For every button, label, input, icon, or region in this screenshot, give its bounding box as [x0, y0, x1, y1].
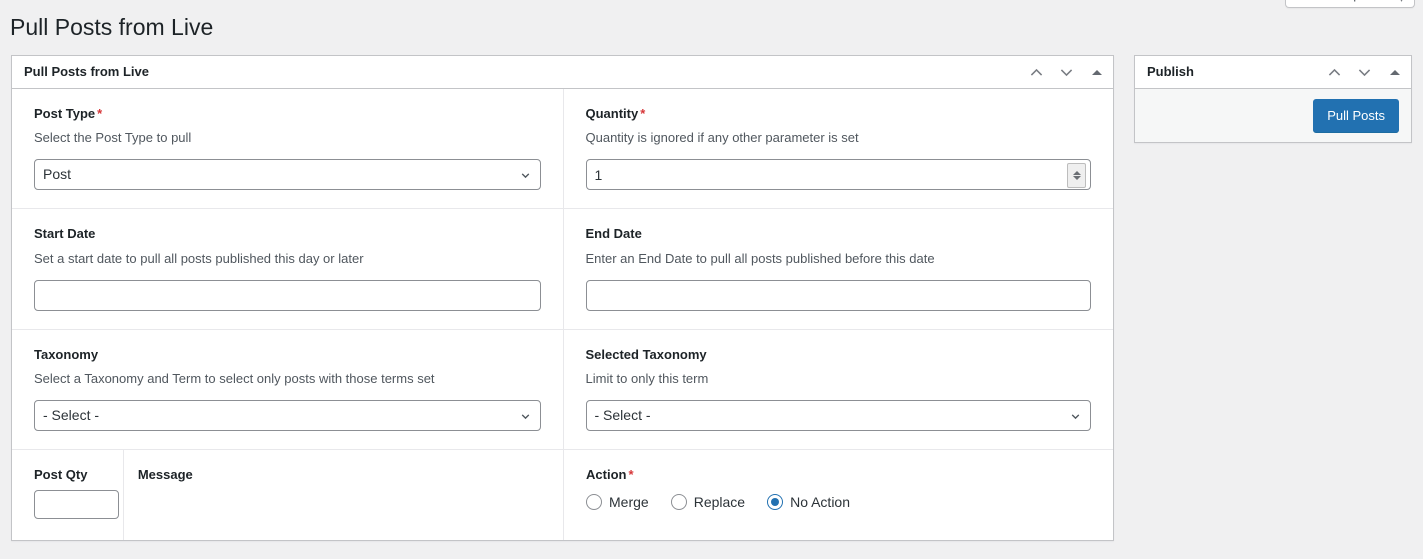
publish-panel-body: Pull Posts — [1135, 89, 1411, 142]
publish-panel: Publish Pull Posts — [1134, 55, 1412, 143]
screen-options-label: Screen Options — [1298, 0, 1388, 2]
end-date-input[interactable] — [585, 279, 1091, 311]
post-qty-input[interactable] — [34, 490, 119, 520]
toggle-triangle-up-icon[interactable] — [1379, 56, 1411, 88]
required-marker: * — [640, 106, 646, 121]
radio-no-action-label: No Action — [790, 494, 851, 511]
quantity-label-text: Quantity — [585, 106, 639, 121]
main-column: Pull Posts from Live Post Type * Select … — [11, 55, 1114, 542]
publish-header-actions — [1319, 56, 1411, 88]
form-row-post-type-quantity: Post Type * Select the Post Type to pull … — [12, 89, 1114, 210]
publish-panel-title: Publish — [1147, 63, 1194, 79]
selected-taxonomy-label: Selected Taxonomy — [585, 346, 707, 362]
pull-posts-panel-header: Pull Posts from Live — [12, 56, 1113, 89]
post-type-label: Post Type * — [34, 105, 541, 123]
radio-no-action[interactable]: No Action — [767, 494, 851, 511]
quantity-stepper[interactable] — [1067, 163, 1086, 189]
pull-posts-button[interactable]: Pull Posts — [1313, 99, 1399, 132]
post-type-select-value[interactable]: Post — [34, 159, 541, 191]
toggle-triangle-up-icon[interactable] — [1081, 56, 1113, 88]
field-action: Action * Merge Replace No Action — [564, 449, 1113, 540]
selected-taxonomy-select[interactable]: - Select - — [585, 400, 1091, 432]
radio-replace[interactable]: Replace — [670, 494, 746, 511]
field-end-date: End Date Enter an End Date to pull all p… — [564, 209, 1114, 328]
taxonomy-label: Taxonomy — [34, 346, 99, 362]
quantity-input[interactable] — [585, 159, 1091, 191]
radio-merge-label: Merge — [609, 494, 649, 511]
post-type-label-text: Post Type — [34, 106, 96, 121]
chevron-down-icon[interactable] — [1349, 56, 1379, 88]
form-row-results-action: Post Qty Message Action * Merge Replace … — [12, 449, 1113, 541]
end-date-label: End Date — [585, 226, 642, 242]
post-type-description: Select the Post Type to pull — [34, 130, 192, 146]
field-start-date: Start Date Set a start date to pull all … — [12, 209, 564, 329]
quantity-label: Quantity * — [586, 105, 1092, 123]
post-qty-label: Post Qty — [34, 467, 88, 483]
pull-posts-form: Post Type * Select the Post Type to pull … — [12, 89, 1114, 541]
start-date-description: Set a start date to pull all posts publi… — [34, 250, 364, 266]
required-marker: * — [628, 467, 634, 483]
end-date-description: Enter an End Date to pull all posts publ… — [585, 250, 935, 266]
radio-no-action-dot[interactable] — [767, 494, 784, 511]
chevron-down-icon[interactable] — [1051, 56, 1081, 88]
panel-header-actions — [1021, 56, 1113, 88]
post-type-select[interactable]: Post — [34, 159, 541, 191]
panel-title: Pull Posts from Live — [24, 63, 149, 79]
field-taxonomy: Taxonomy Select a Taxonomy and Term to s… — [12, 329, 564, 450]
radio-merge[interactable]: Merge — [586, 494, 649, 511]
message-label: Message — [137, 467, 193, 483]
stepper-down-icon[interactable] — [1072, 176, 1081, 181]
taxonomy-select[interactable]: - Select - — [34, 400, 541, 432]
start-date-label: Start Date — [34, 226, 96, 242]
field-message: Message — [124, 450, 565, 541]
taxonomy-select-value[interactable]: - Select - — [34, 400, 541, 432]
chevron-up-icon[interactable] — [1319, 56, 1349, 88]
page-title: Pull Posts from Live — [10, 14, 214, 40]
quantity-description: Quantity is ignored if any other paramet… — [585, 130, 859, 146]
taxonomy-description: Select a Taxonomy and Term to select onl… — [34, 370, 435, 386]
chevron-up-icon[interactable] — [1021, 56, 1051, 88]
radio-replace-label: Replace — [693, 494, 746, 511]
selected-taxonomy-select-value[interactable]: - Select - — [585, 400, 1091, 432]
chevron-down-icon: ▾ — [1399, 0, 1404, 10]
action-label-text: Action — [586, 467, 627, 483]
field-post-type: Post Type * Select the Post Type to pull … — [12, 89, 564, 209]
pull-posts-panel: Pull Posts from Live Post Type * Select … — [11, 55, 1114, 542]
required-marker: * — [97, 106, 103, 121]
radio-replace-dot[interactable] — [670, 494, 687, 511]
selected-taxonomy-description: Limit to only this term — [585, 370, 709, 386]
action-label: Action * — [586, 466, 1091, 484]
field-selected-taxonomy: Selected Taxonomy Limit to only this ter… — [564, 330, 1114, 449]
form-row-dates: Start Date Set a start date to pull all … — [12, 209, 1114, 330]
start-date-input[interactable] — [34, 279, 541, 311]
form-row-taxonomy: Taxonomy Select a Taxonomy and Term to s… — [12, 329, 1114, 451]
publish-panel-header: Publish — [1135, 56, 1411, 89]
action-radio-group: Merge Replace No Action — [586, 494, 1091, 511]
radio-merge-dot[interactable] — [586, 494, 603, 511]
field-quantity: Quantity * Quantity is ignored if any oth… — [564, 89, 1114, 208]
quantity-input-wrapper — [585, 159, 1091, 191]
stepper-up-icon[interactable] — [1072, 171, 1081, 176]
screen-options-button[interactable]: Screen Options ▾ — [1285, 0, 1415, 8]
side-column: Publish Pull Posts — [1134, 55, 1412, 143]
field-post-qty: Post Qty — [12, 450, 124, 541]
